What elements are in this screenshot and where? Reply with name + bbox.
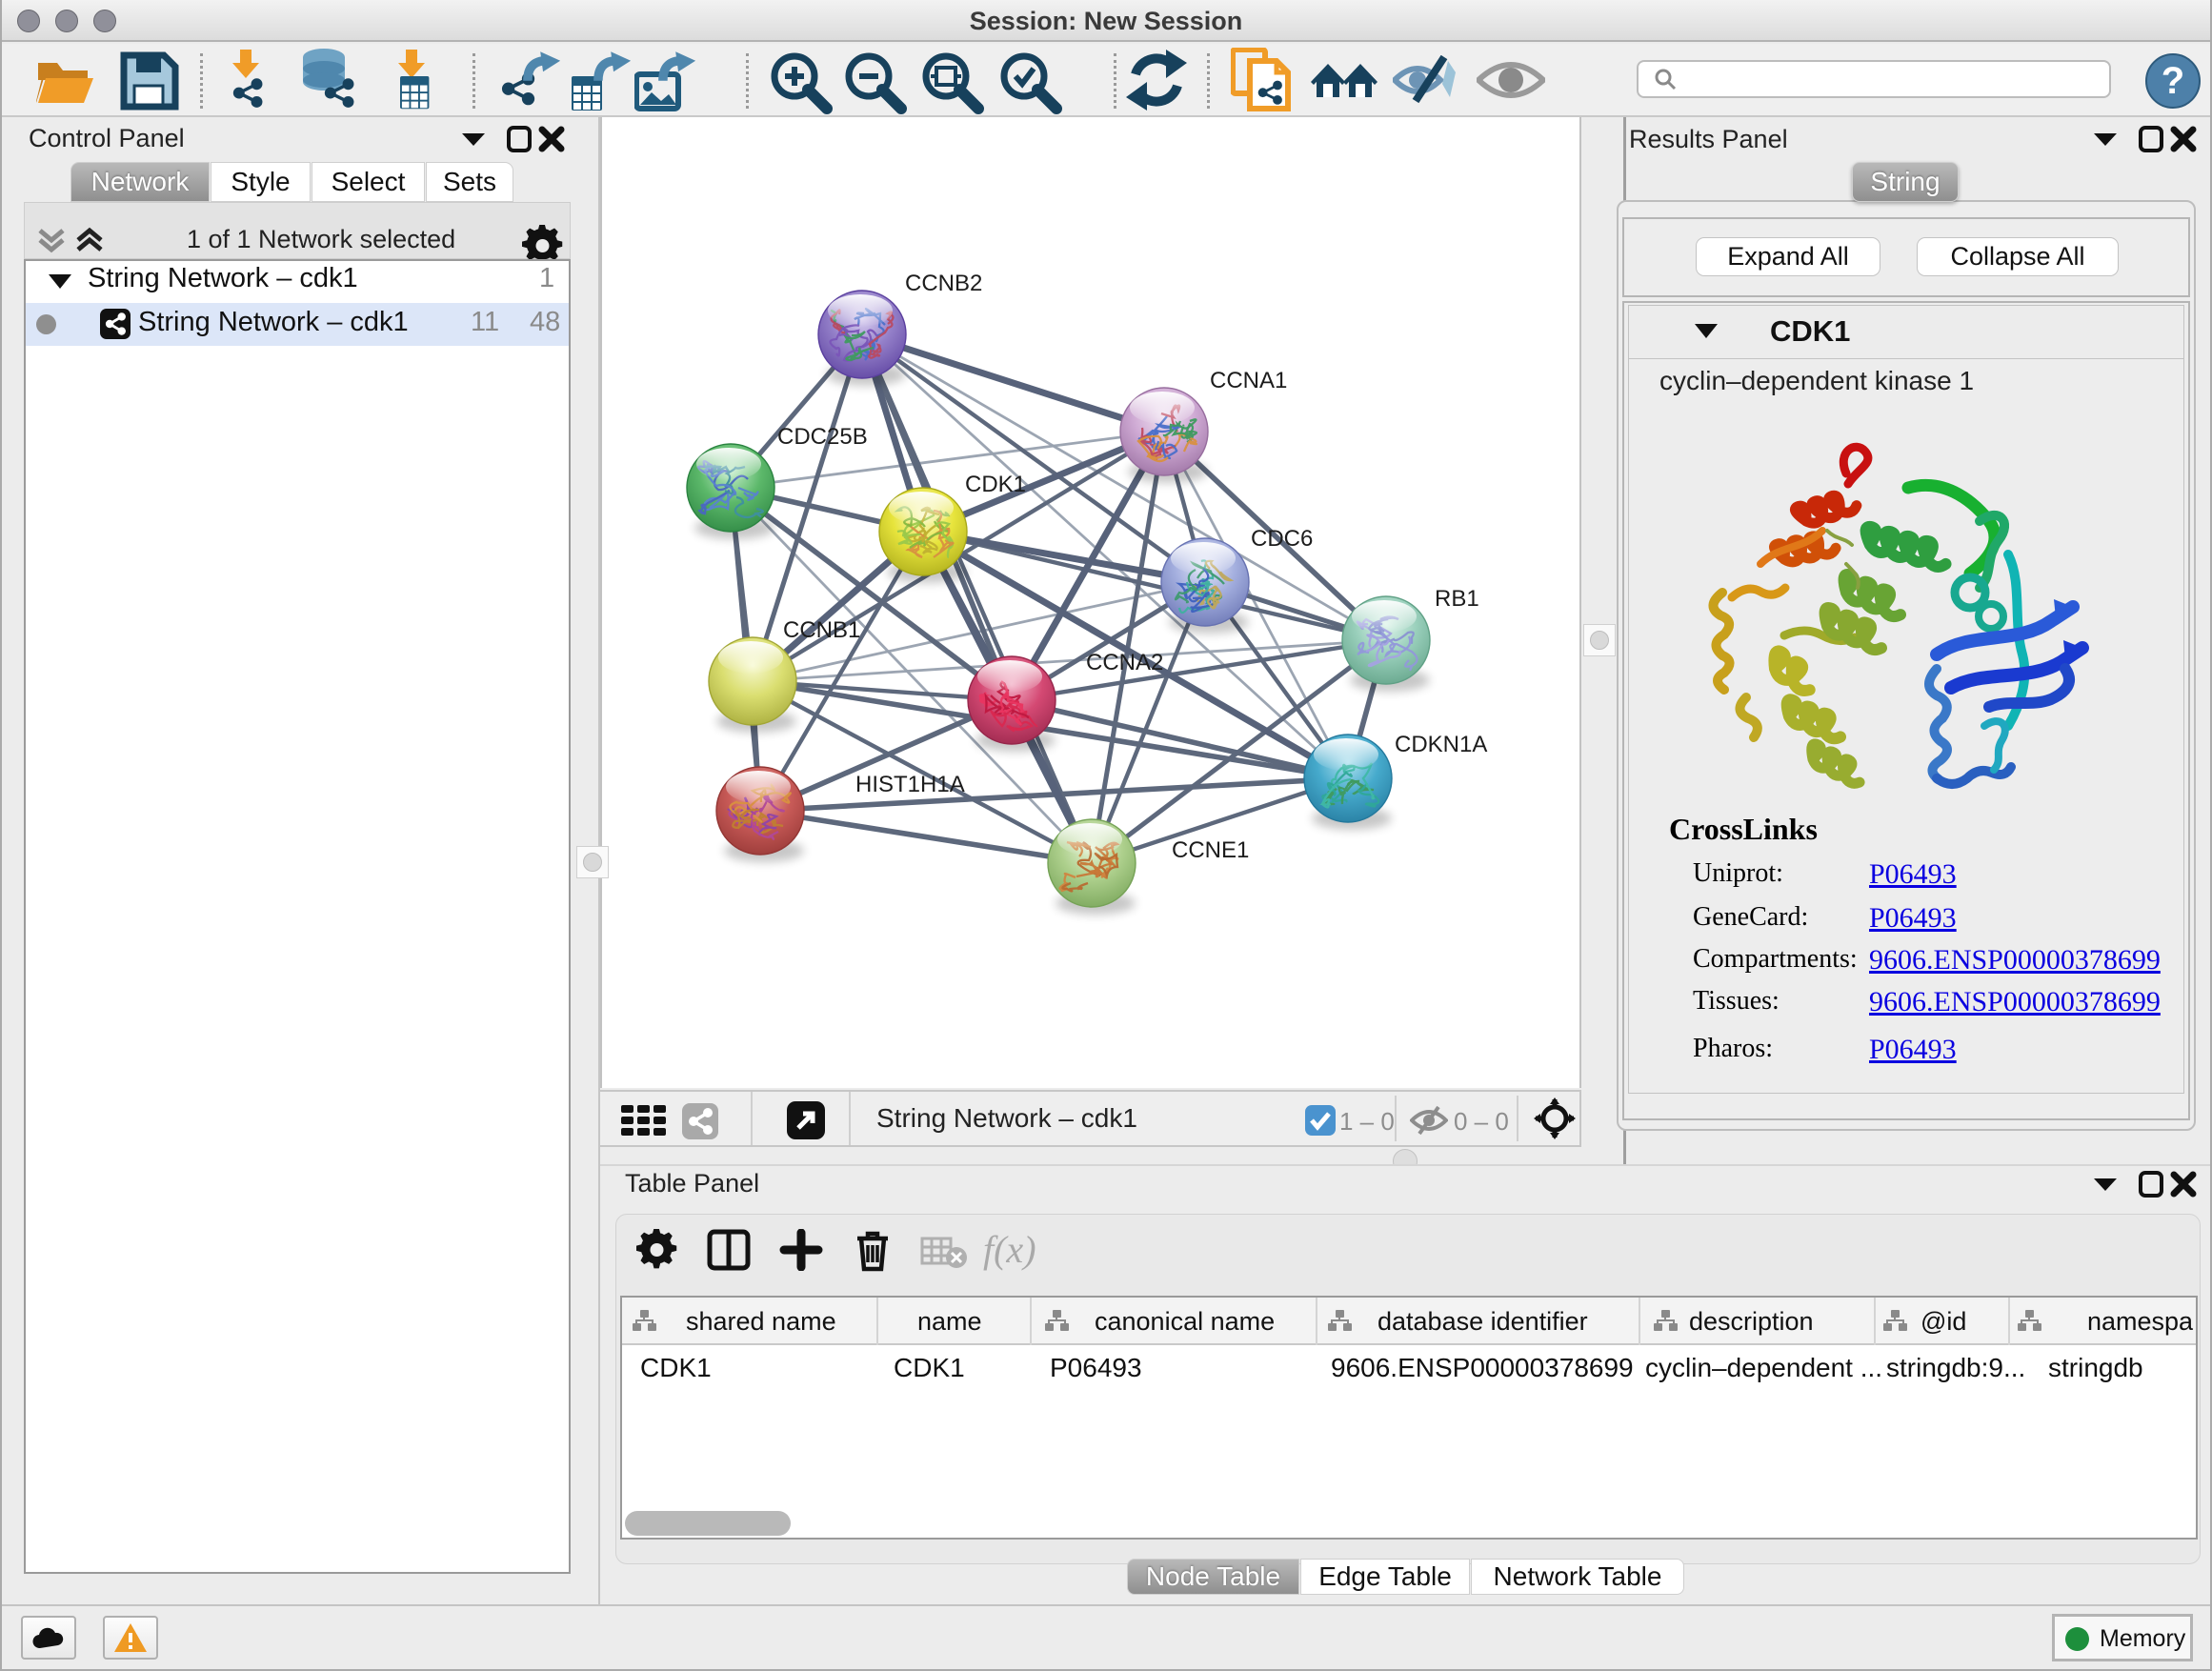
svg-text:RB1: RB1 [1435, 586, 1479, 612]
svg-text:CDK1: CDK1 [965, 472, 1026, 497]
svg-text:CCNB1: CCNB1 [783, 617, 860, 643]
svg-text:CCNA2: CCNA2 [1086, 650, 1163, 675]
svg-text:CCNA1: CCNA1 [1210, 368, 1287, 393]
svg-text:CDKN1A: CDKN1A [1395, 732, 1487, 757]
svg-text:CDC6: CDC6 [1251, 526, 1313, 552]
svg-text:CCNE1: CCNE1 [1172, 837, 1249, 863]
svg-text:CCNB2: CCNB2 [905, 271, 982, 296]
svg-text:CDC25B: CDC25B [777, 424, 868, 450]
svg-text:HIST1H1A: HIST1H1A [855, 772, 965, 797]
